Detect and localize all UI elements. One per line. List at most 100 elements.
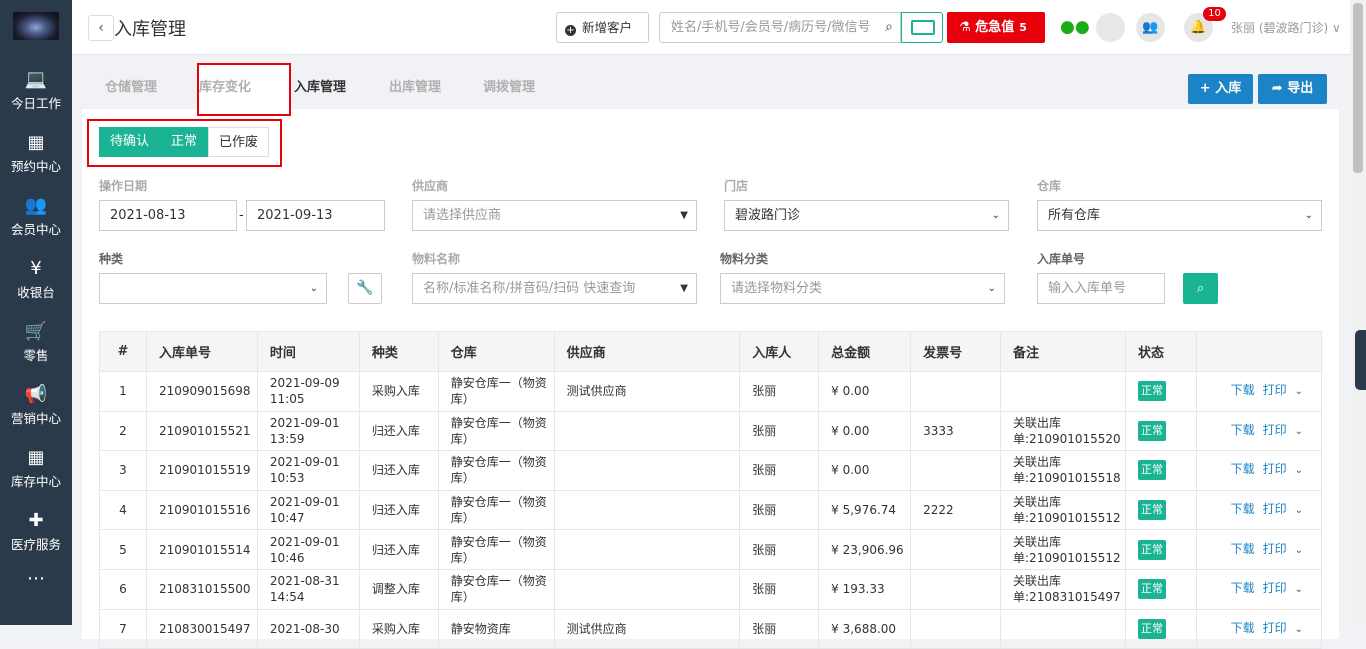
tab-stock-out[interactable]: 出库管理 <box>389 76 441 95</box>
column-header: 总金额 <box>818 331 912 372</box>
cell-idx: 7 <box>99 608 147 649</box>
export-button[interactable]: ➦ 导出 <box>1258 74 1327 104</box>
sidebar-item-more[interactable]: ⋯ <box>0 567 72 629</box>
sidebar-item-calendar[interactable]: ▦ 预约中心 <box>0 131 72 193</box>
sidebar-item-label: 今日工作 <box>10 96 61 111</box>
print-link[interactable]: 打印 <box>1263 542 1287 556</box>
sidebar-item-yen[interactable]: ¥ 收银台 <box>0 257 72 319</box>
stock-in-button[interactable]: + 入库 <box>1188 74 1253 104</box>
search-button[interactable]: ⌕ <box>1183 273 1218 304</box>
chevron-down-icon[interactable]: ⌄ <box>1295 624 1303 635</box>
date-separator: - <box>239 208 244 223</box>
kind-select[interactable]: ⌄ <box>99 273 327 304</box>
download-link[interactable]: 下载 <box>1231 542 1255 556</box>
cell-time: 2021-09-01 10:47 <box>256 489 360 531</box>
date-to-input[interactable]: 2021-09-13 <box>246 200 385 231</box>
critical-value-button[interactable]: ⚗ 危急值 5 <box>947 12 1045 43</box>
order-no-input[interactable]: 输入入库单号 <box>1037 273 1165 304</box>
global-search-input[interactable]: 姓名/手机号/会员号/病历号/微信号 ⌕ <box>659 12 901 43</box>
brand-logo[interactable] <box>13 12 59 40</box>
column-header: 供应商 <box>553 331 741 372</box>
download-link[interactable]: 下载 <box>1231 462 1255 476</box>
print-link[interactable]: 打印 <box>1263 581 1287 595</box>
chevron-down-icon[interactable]: ⌄ <box>1295 505 1303 516</box>
cell-status: 正常 <box>1125 489 1197 531</box>
tab-stock-change[interactable]: 库存变化 <box>199 76 251 95</box>
top-bar: ‹ 入库管理 + 新增客户 姓名/手机号/会员号/病历号/微信号 ⌕ ⚗ 危急值 5 … <box>72 0 1366 55</box>
status-badge: 正常 <box>1138 420 1166 441</box>
search-icon[interactable]: ⌕ <box>885 13 893 42</box>
user-menu[interactable]: 张丽 (碧波路门诊) ∨ <box>1231 19 1341 36</box>
sidebar-item-grid[interactable]: ▦ 库存中心 <box>0 446 72 508</box>
side-widget-tab[interactable] <box>1355 330 1366 390</box>
share-icon: ➦ <box>1271 81 1283 96</box>
chevron-down-icon[interactable]: ⌄ <box>1295 386 1303 397</box>
segment-normal[interactable]: 正常 <box>160 127 208 157</box>
cell-supplier <box>553 568 741 610</box>
sidebar-item-users[interactable]: 👥 会员中心 <box>0 194 72 256</box>
supplier-select[interactable]: 请选择供应商 ▼ <box>412 200 697 231</box>
warehouse-select[interactable]: 所有仓库 ⌄ <box>1037 200 1322 231</box>
date-from-input[interactable]: 2021-08-13 <box>99 200 237 231</box>
cell-note: 关联出库单:210831015497 <box>1000 568 1126 610</box>
new-customer-button[interactable]: + 新增客户 <box>556 12 649 43</box>
print-link[interactable]: 打印 <box>1263 383 1287 397</box>
wechat-icon[interactable]: ●● <box>1060 17 1090 37</box>
flask-icon: ⚗ <box>959 20 971 35</box>
sidebar-item-cart[interactable]: 🛒 零售 <box>0 320 72 382</box>
download-link[interactable]: 下载 <box>1231 621 1255 635</box>
print-link[interactable]: 打印 <box>1263 462 1287 476</box>
cell-person: 张丽 <box>739 529 820 570</box>
category-label: 物料分类 <box>720 252 769 266</box>
cell-actions: 下载 打印 ⌄ <box>1195 450 1323 491</box>
cell-kind: 调整入库 <box>358 568 439 610</box>
status-badge: 正常 <box>1138 500 1166 521</box>
chevron-down-icon[interactable]: ⌄ <box>1295 465 1303 476</box>
page-scrollbar[interactable] <box>1350 0 1366 625</box>
sidebar-item-medkit[interactable]: ✚ 医疗服务 <box>0 509 72 571</box>
store-select[interactable]: 碧波路门诊 ⌄ <box>724 200 1009 231</box>
avatar[interactable] <box>1096 13 1125 42</box>
print-link[interactable]: 打印 <box>1263 423 1287 437</box>
notification-badge: 10 <box>1203 7 1226 21</box>
back-button[interactable]: ‹ <box>88 15 114 41</box>
export-label: 导出 <box>1287 81 1314 96</box>
cell-wh: 静安仓库一（物资库） <box>437 529 555 570</box>
wrench-icon[interactable]: 🔧 <box>348 273 382 304</box>
chevron-down-icon[interactable]: ⌄ <box>1295 426 1303 437</box>
cell-idx: 6 <box>99 568 147 610</box>
cell-person: 张丽 <box>739 410 820 452</box>
cell-supplier <box>553 410 741 452</box>
segment-voided[interactable]: 已作废 <box>208 127 269 157</box>
tab-storage[interactable]: 仓储管理 <box>105 76 157 95</box>
supplier-placeholder: 请选择供应商 <box>423 208 502 223</box>
sidebar-item-laptop[interactable]: 💻 今日工作 <box>0 68 72 130</box>
download-link[interactable]: 下载 <box>1231 423 1255 437</box>
download-link[interactable]: 下载 <box>1231 502 1255 516</box>
cell-wh: 静安仓库一（物资库） <box>437 489 555 531</box>
cell-supplier <box>553 450 741 491</box>
cell-no: 210901015519 <box>145 450 258 491</box>
cell-time: 2021-09-01 13:59 <box>256 410 360 452</box>
print-link[interactable]: 打印 <box>1263 502 1287 516</box>
laptop-icon: 💻 <box>24 69 48 90</box>
id-card-button[interactable] <box>901 12 943 43</box>
download-link[interactable]: 下载 <box>1231 383 1255 397</box>
segment-pending[interactable]: 待确认 <box>99 127 160 157</box>
material-search-input[interactable]: 名称/标准名称/拼音码/扫码 快速查询 ▼ <box>412 273 697 304</box>
chevron-down-icon[interactable]: ⌄ <box>1295 545 1303 556</box>
cell-person: 张丽 <box>739 489 820 531</box>
tab-transfer[interactable]: 调拨管理 <box>483 76 535 95</box>
category-select[interactable]: 请选择物料分类 ⌄ <box>720 273 1005 304</box>
kind-label: 种类 <box>99 252 124 266</box>
chevron-down-icon[interactable]: ⌄ <box>1295 584 1303 595</box>
group-icon[interactable]: 👥 <box>1136 13 1165 42</box>
scrollbar-thumb[interactable] <box>1353 3 1363 173</box>
more-icon: ⋯ <box>27 568 45 589</box>
sidebar-item-megaphone[interactable]: 📢 营销中心 <box>0 383 72 445</box>
print-link[interactable]: 打印 <box>1263 621 1287 635</box>
cell-kind: 归还入库 <box>358 410 439 452</box>
tab-stock-in[interactable]: 入库管理 <box>294 76 346 95</box>
cell-time: 2021-08-30 <box>256 608 360 649</box>
download-link[interactable]: 下载 <box>1231 581 1255 595</box>
